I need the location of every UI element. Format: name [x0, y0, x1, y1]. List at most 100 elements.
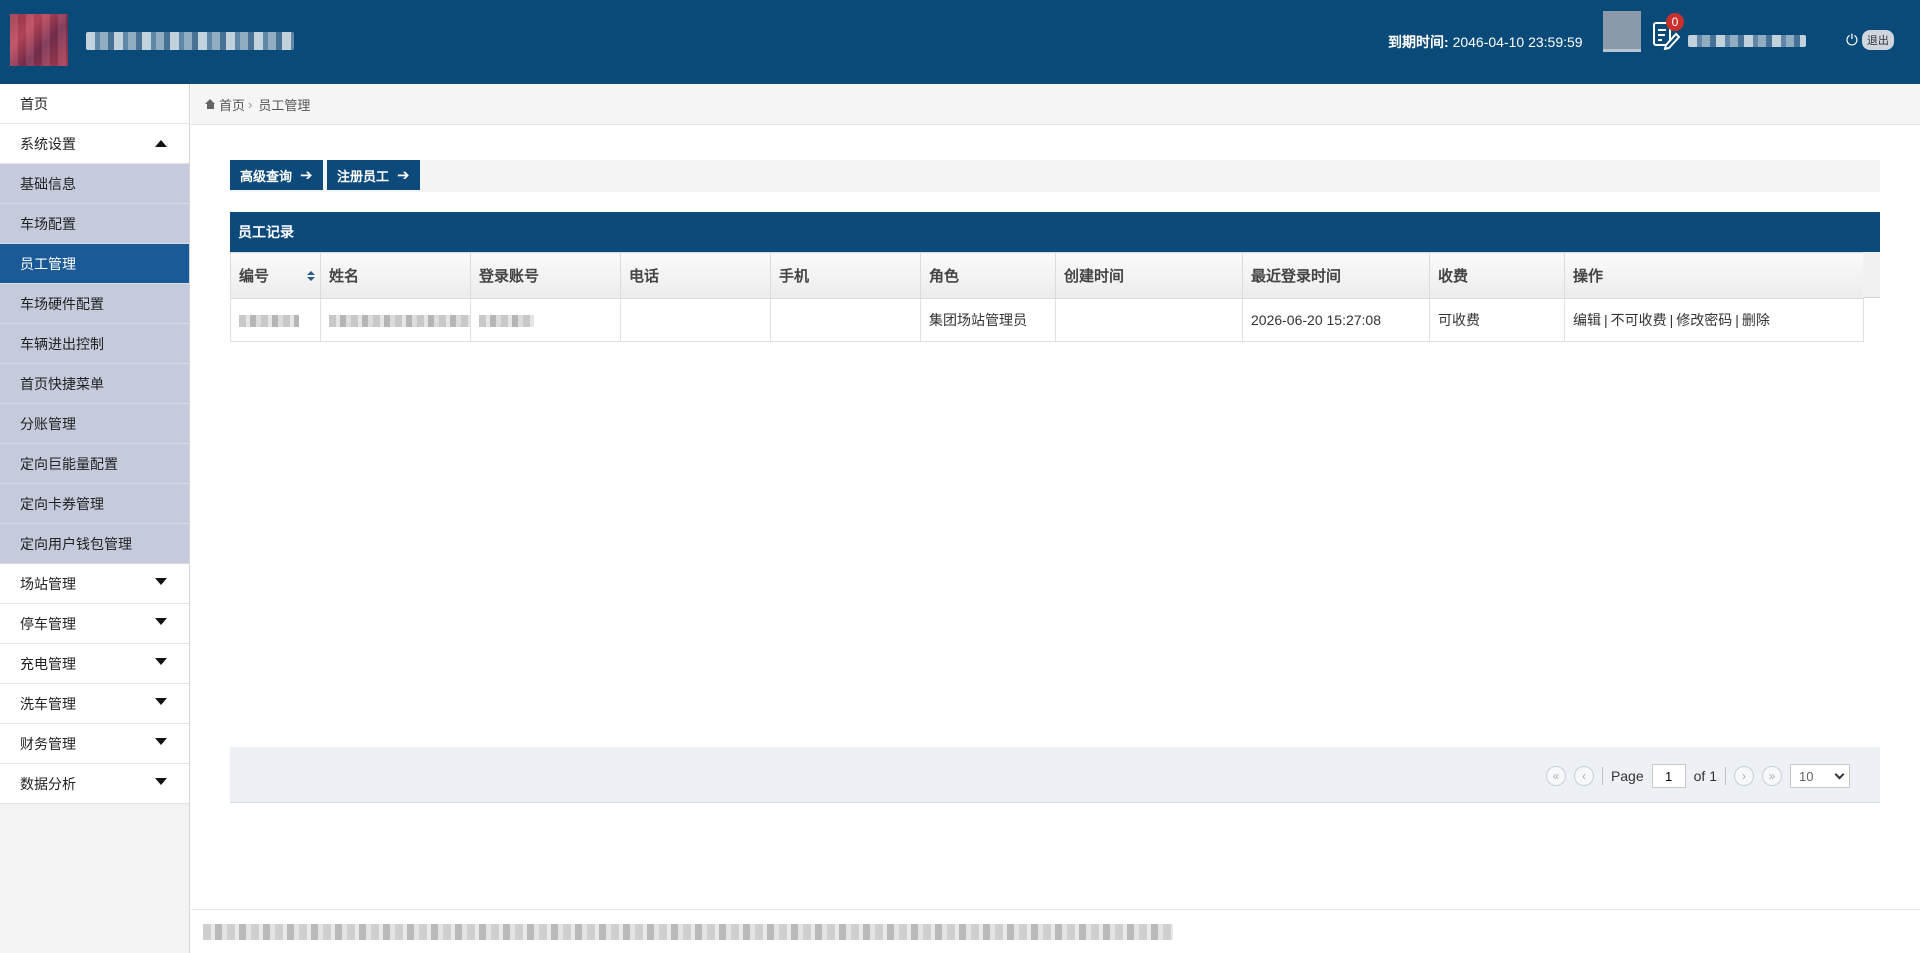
column-header-charge[interactable]: 收费 [1429, 252, 1565, 299]
first-page-button[interactable]: « [1545, 766, 1566, 786]
last-page-button[interactable]: » [1762, 766, 1782, 786]
staff-table: 编号 姓名 登录账号 电话 手机 角色 创建时间 最近登录时间 收费 操作 集团… [230, 252, 1864, 342]
sidebar: 首页 系统设置 基础信息 车场配置 员工管理 车场硬件配置 车辆进出控制 首页快… [0, 84, 190, 953]
sidebar-item-label: 车辆进出控制 [20, 335, 104, 352]
sidebar-item-label: 分账管理 [20, 415, 76, 432]
sidebar-item-wallet-management[interactable]: 定向用户钱包管理 [0, 524, 189, 564]
register-staff-button[interactable]: 注册员工 ➔ [327, 160, 420, 190]
sidebar-item-hardware-config[interactable]: 车场硬件配置 [0, 284, 189, 324]
avatar[interactable] [1603, 11, 1641, 52]
sidebar-item-parking-config[interactable]: 车场配置 [0, 204, 189, 244]
column-header-label: 登录账号 [479, 268, 540, 285]
cell-created [1055, 298, 1243, 342]
column-header-label: 编号 [239, 268, 270, 285]
notification-badge: 0 [1666, 13, 1684, 31]
breadcrumb-current: 员工管理 [258, 97, 311, 113]
breadcrumb-home[interactable]: 首页 [219, 95, 245, 114]
cell-last-login: 2026-06-20 15:27:08 [1242, 298, 1430, 342]
sidebar-item-finance-management[interactable]: 财务管理 [0, 724, 189, 764]
cell-phone [620, 298, 771, 342]
sidebar-item-label: 定向卡券管理 [20, 495, 104, 512]
caret-up-icon [155, 140, 167, 147]
prev-page-button[interactable]: ‹ [1573, 766, 1594, 786]
edit-link[interactable]: 编辑 [1573, 312, 1601, 328]
breadcrumb-separator: › [248, 96, 253, 112]
column-header-id[interactable]: 编号 [230, 252, 321, 299]
sidebar-item-coupon-management[interactable]: 定向卡券管理 [0, 484, 189, 524]
cell-actions: 编辑 | 不可收费 | 修改密码 | 删除 [1564, 298, 1864, 342]
double-chevron-right-icon: » [1768, 769, 1776, 783]
delete-link[interactable]: 删除 [1742, 312, 1770, 328]
column-header-label: 收费 [1438, 268, 1469, 285]
change-password-link[interactable]: 修改密码 [1676, 312, 1732, 328]
breadcrumb: 首页 › 员工管理 [191, 84, 1920, 125]
sidebar-item-carwash-management[interactable]: 洗车管理 [0, 684, 189, 724]
column-header-name[interactable]: 姓名 [320, 252, 471, 299]
sidebar-item-label: 首页快捷菜单 [20, 375, 104, 392]
logout-button[interactable]: ⏻ 退出 [1846, 30, 1894, 50]
sidebar-item-label: 定向用户钱包管理 [20, 535, 132, 552]
expiry-value: 2046-04-10 23:59:59 [1452, 34, 1583, 50]
panel-title: 员工记录 [230, 212, 1880, 252]
page-number-input[interactable] [1651, 764, 1686, 788]
next-page-button[interactable]: › [1734, 766, 1754, 786]
column-header-label: 电话 [629, 268, 660, 285]
column-header-label: 最近登录时间 [1251, 268, 1342, 285]
sidebar-item-label: 数据分析 [20, 775, 76, 792]
sidebar-item-basic-info[interactable]: 基础信息 [0, 164, 189, 204]
redacted-name [329, 315, 470, 328]
sort-icon [307, 271, 315, 283]
sidebar-item-station-management[interactable]: 场站管理 [0, 564, 189, 604]
sidebar-item-energy-config[interactable]: 定向巨能量配置 [0, 444, 189, 484]
sidebar-item-vehicle-control[interactable]: 车辆进出控制 [0, 324, 189, 364]
caret-down-icon [155, 618, 167, 625]
redacted-id [239, 315, 299, 328]
page-label: Page [1610, 768, 1644, 784]
sidebar-item-charging-management[interactable]: 充电管理 [0, 644, 189, 684]
footer-text-redacted [203, 924, 1173, 940]
sidebar-item-parking-management[interactable]: 停车管理 [0, 604, 189, 644]
caret-down-icon [155, 578, 167, 585]
pager-divider [1601, 767, 1603, 785]
pagination-bar: « ‹ Page of 1 › » 10 [230, 747, 1880, 803]
register-staff-label: 注册员工 [337, 168, 390, 184]
chevron-left-icon: ‹ [1581, 769, 1586, 783]
chevron-right-icon: › [1742, 769, 1746, 783]
column-header-phone[interactable]: 电话 [620, 252, 771, 299]
sidebar-item-system-settings[interactable]: 系统设置 [0, 124, 189, 164]
sidebar-item-data-analysis[interactable]: 数据分析 [0, 764, 189, 804]
column-header-label: 操作 [1573, 268, 1604, 285]
column-header-created[interactable]: 创建时间 [1055, 252, 1243, 299]
column-header-actions: 操作 [1564, 252, 1864, 299]
sidebar-item-label: 财务管理 [20, 735, 76, 752]
advanced-query-label: 高级查询 [240, 168, 293, 184]
sidebar-item-label: 首页 [20, 95, 48, 112]
sidebar-item-label: 定向巨能量配置 [20, 455, 118, 472]
cell-role: 集团场站管理员 [920, 298, 1056, 342]
sidebar-item-split-account[interactable]: 分账管理 [0, 404, 189, 444]
table-header-filler [1863, 252, 1880, 298]
sidebar-item-label: 场站管理 [20, 575, 76, 592]
page-size-select[interactable]: 10 [1790, 764, 1850, 788]
column-header-label: 角色 [929, 268, 960, 285]
home-icon [205, 98, 216, 110]
action-separator: | [1604, 312, 1608, 328]
sidebar-item-label: 车场配置 [20, 215, 76, 232]
disable-charge-link[interactable]: 不可收费 [1611, 312, 1667, 328]
expiry-label: 到期时间: [1388, 34, 1449, 50]
sidebar-item-home[interactable]: 首页 [0, 84, 189, 124]
sidebar-item-quick-menu[interactable]: 首页快捷菜单 [0, 364, 189, 404]
column-header-mobile[interactable]: 手机 [770, 252, 921, 299]
notification-button[interactable]: 0 [1652, 13, 1684, 51]
caret-down-icon [155, 778, 167, 785]
column-header-account[interactable]: 登录账号 [470, 252, 621, 299]
sidebar-item-label: 车场硬件配置 [20, 295, 104, 312]
logout-label: 退出 [1861, 30, 1894, 50]
table-row[interactable]: 集团场站管理员 2026-06-20 15:27:08 可收费 编辑 | 不可收费 |… [230, 298, 1864, 342]
sidebar-item-staff-management[interactable]: 员工管理 [0, 244, 189, 284]
logo [10, 14, 68, 66]
toolbar: 高级查询 ➔ 注册员工 ➔ [230, 160, 1880, 192]
advanced-query-button[interactable]: 高级查询 ➔ [230, 160, 323, 190]
column-header-role[interactable]: 角色 [920, 252, 1056, 299]
column-header-last-login[interactable]: 最近登录时间 [1242, 252, 1430, 299]
